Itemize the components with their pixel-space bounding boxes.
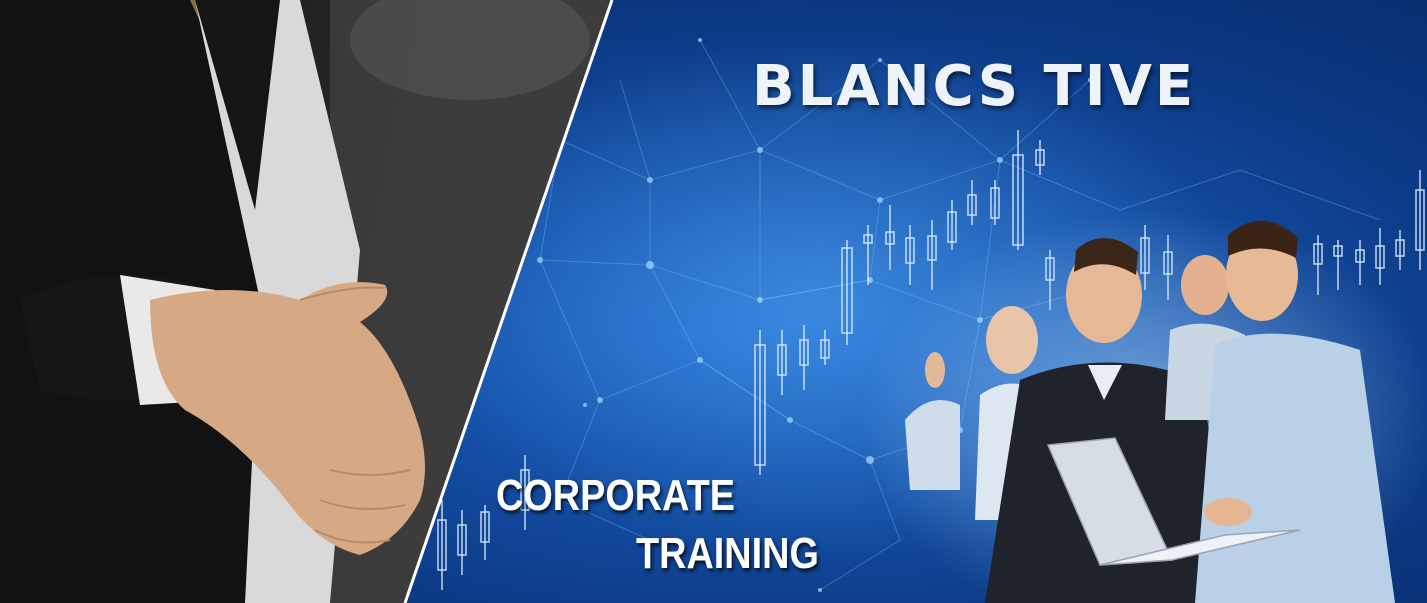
tagline-line-1: CORPORATE (496, 471, 735, 520)
brand-logo-text: BLANCS TIVE (752, 54, 1197, 119)
tagline-line-2: TRAINING (636, 529, 819, 578)
hero-banner: BLANCS TIVE CORPORATE TRAINING (0, 0, 1427, 603)
